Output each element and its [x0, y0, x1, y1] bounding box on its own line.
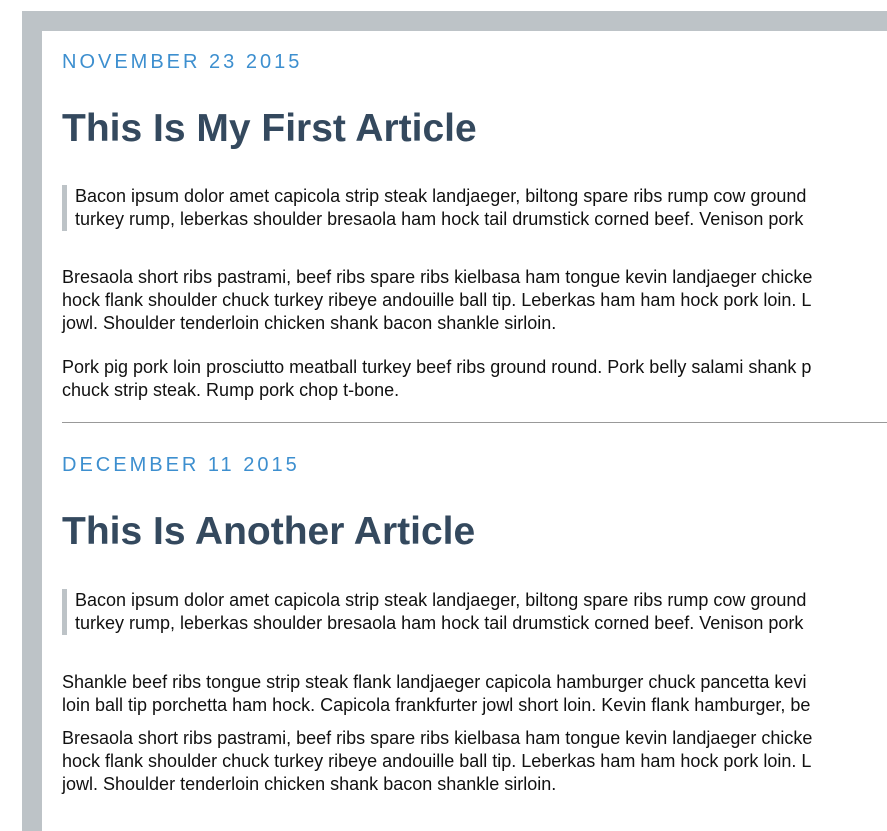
article-paragraph: Shankle beef ribs tongue strip steak fla…	[62, 671, 887, 717]
paragraph-line: Bresaola short ribs pastrami, beef ribs …	[62, 728, 813, 748]
article-blockquote: Bacon ipsum dolor amet capicola strip st…	[62, 589, 887, 635]
paragraph-line: Shankle beef ribs tongue strip steak fla…	[62, 672, 807, 692]
paragraph-line: hock flank shoulder chuck turkey ribeye …	[62, 290, 812, 310]
quote-line: Bacon ipsum dolor amet capicola strip st…	[75, 186, 807, 206]
article-paragraph: Pork pig pork loin prosciutto meatball t…	[62, 356, 887, 402]
paragraph-line: chuck strip steak. Rump pork chop t-bone…	[62, 380, 400, 400]
article-date: NOVEMBER 23 2015	[62, 51, 303, 73]
paragraph-line: hock flank shoulder chuck turkey ribeye …	[62, 751, 812, 771]
paragraph-line: jowl. Shoulder tenderloin chicken shank …	[62, 313, 557, 333]
paragraph-line: jowl. Shoulder tenderloin chicken shank …	[62, 774, 557, 794]
main-content: NOVEMBER 23 2015 This Is My First Articl…	[42, 31, 887, 831]
paragraph-line: Pork pig pork loin prosciutto meatball t…	[62, 357, 812, 377]
quote-line: turkey rump, leberkas shoulder bresaola …	[75, 613, 804, 633]
article-paragraph: Bresaola short ribs pastrami, beef ribs …	[62, 266, 887, 335]
quote-line: turkey rump, leberkas shoulder bresaola …	[75, 209, 804, 229]
paragraph-line: loin ball tip porchetta ham hock. Capico…	[62, 695, 811, 715]
article-paragraph: Bresaola short ribs pastrami, beef ribs …	[62, 727, 887, 796]
article-blockquote: Bacon ipsum dolor amet capicola strip st…	[62, 185, 887, 231]
article-title[interactable]: This Is Another Article	[62, 509, 475, 555]
quote-line: Bacon ipsum dolor amet capicola strip st…	[75, 590, 807, 610]
paragraph-line: Bresaola short ribs pastrami, beef ribs …	[62, 267, 813, 287]
article-divider	[62, 422, 887, 423]
article-title[interactable]: This Is My First Article	[62, 106, 477, 152]
article-date: DECEMBER 11 2015	[62, 454, 300, 476]
